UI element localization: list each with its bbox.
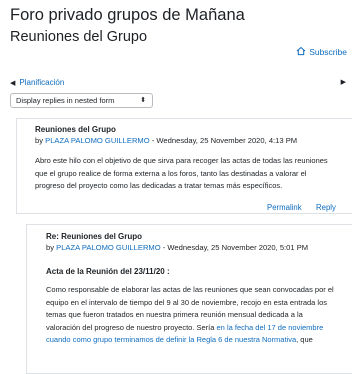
post-body-text: , que bbox=[296, 335, 313, 344]
forum-post: Reuniones del Grupo by PLAZA PALOMO GUIL… bbox=[16, 118, 352, 214]
post-heading: Acta de la Reunión del 23/11/20 : bbox=[46, 267, 170, 276]
home-icon bbox=[296, 46, 306, 58]
post-body-line: que el grupo realice de forma externa a … bbox=[35, 168, 307, 178]
forum-title: Foro privado grupos de Mañana bbox=[10, 6, 245, 24]
post-date: - Wednesday, 25 November 2020, 5:01 PM bbox=[160, 243, 309, 252]
forum-reply-post: Re: Reuniones del Grupo by PLAZA PALOMO … bbox=[26, 224, 352, 374]
post-subject: Reuniones del Grupo bbox=[35, 125, 116, 134]
post-body-line: cuando como grupo terminamos de definir … bbox=[46, 334, 334, 347]
select-caret-icon: ⬍ bbox=[140, 97, 146, 104]
post-author-link[interactable]: PLAZA PALOMO GUILLERMO bbox=[45, 136, 150, 145]
permalink-link[interactable]: Permalink bbox=[267, 203, 302, 212]
post-body: Abro este hilo con el objetivo de que si… bbox=[35, 155, 328, 193]
post-inline-link[interactable]: en la fecha del 17 de noviembre bbox=[217, 323, 324, 332]
next-discussion-arrow-icon[interactable]: ▶ bbox=[341, 78, 346, 86]
display-mode-value: Display replies in nested form bbox=[16, 96, 115, 105]
by-prefix: by bbox=[46, 243, 57, 252]
subscribe-button[interactable]: Subscribe bbox=[296, 46, 347, 58]
post-body-line: progreso del proyecto como las dedicadas… bbox=[35, 181, 283, 190]
post-byline: by PLAZA PALOMO GUILLERMO - Wednesday, 2… bbox=[35, 136, 297, 145]
by-prefix: by bbox=[35, 136, 46, 145]
post-body-text: valoración del progreso de nuestro proye… bbox=[46, 322, 217, 332]
prev-discussion-label: Planificación bbox=[19, 78, 65, 87]
post-body-line: Abro este hilo con el objetivo de que si… bbox=[35, 156, 328, 165]
post-author-link[interactable]: PLAZA PALOMO GUILLERMO bbox=[56, 243, 161, 252]
post-inline-link[interactable]: cuando como grupo terminamos de definir … bbox=[46, 335, 296, 344]
subscribe-label: Subscribe bbox=[309, 47, 347, 57]
post-byline: by PLAZA PALOMO GUILLERMO - Wednesday, 2… bbox=[46, 243, 308, 252]
display-mode-select[interactable]: Display replies in nested form ⬍ bbox=[10, 93, 153, 108]
post-body-line: Como responsable de elaborar las actas d… bbox=[46, 285, 334, 294]
post-body-line: valoración del progreso de nuestro proye… bbox=[46, 322, 334, 335]
post-date: - Wednesday, 25 November 2020, 4:13 PM bbox=[149, 136, 298, 145]
post-body: Como responsable de elaborar las actas d… bbox=[46, 284, 334, 347]
post-body-line: temas que fueron tratados en nuestra pri… bbox=[46, 310, 303, 319]
previous-arrow-icon: ◀ bbox=[10, 79, 16, 87]
prev-discussion-link[interactable]: ◀ Planificación bbox=[10, 78, 64, 87]
reply-link[interactable]: Reply bbox=[316, 203, 336, 212]
discussion-title: Reuniones del Grupo bbox=[10, 29, 148, 45]
post-body-line: equipo en el intervalo de tiempo del 9 a… bbox=[46, 297, 328, 307]
post-subject: Re: Reuniones del Grupo bbox=[46, 232, 143, 241]
